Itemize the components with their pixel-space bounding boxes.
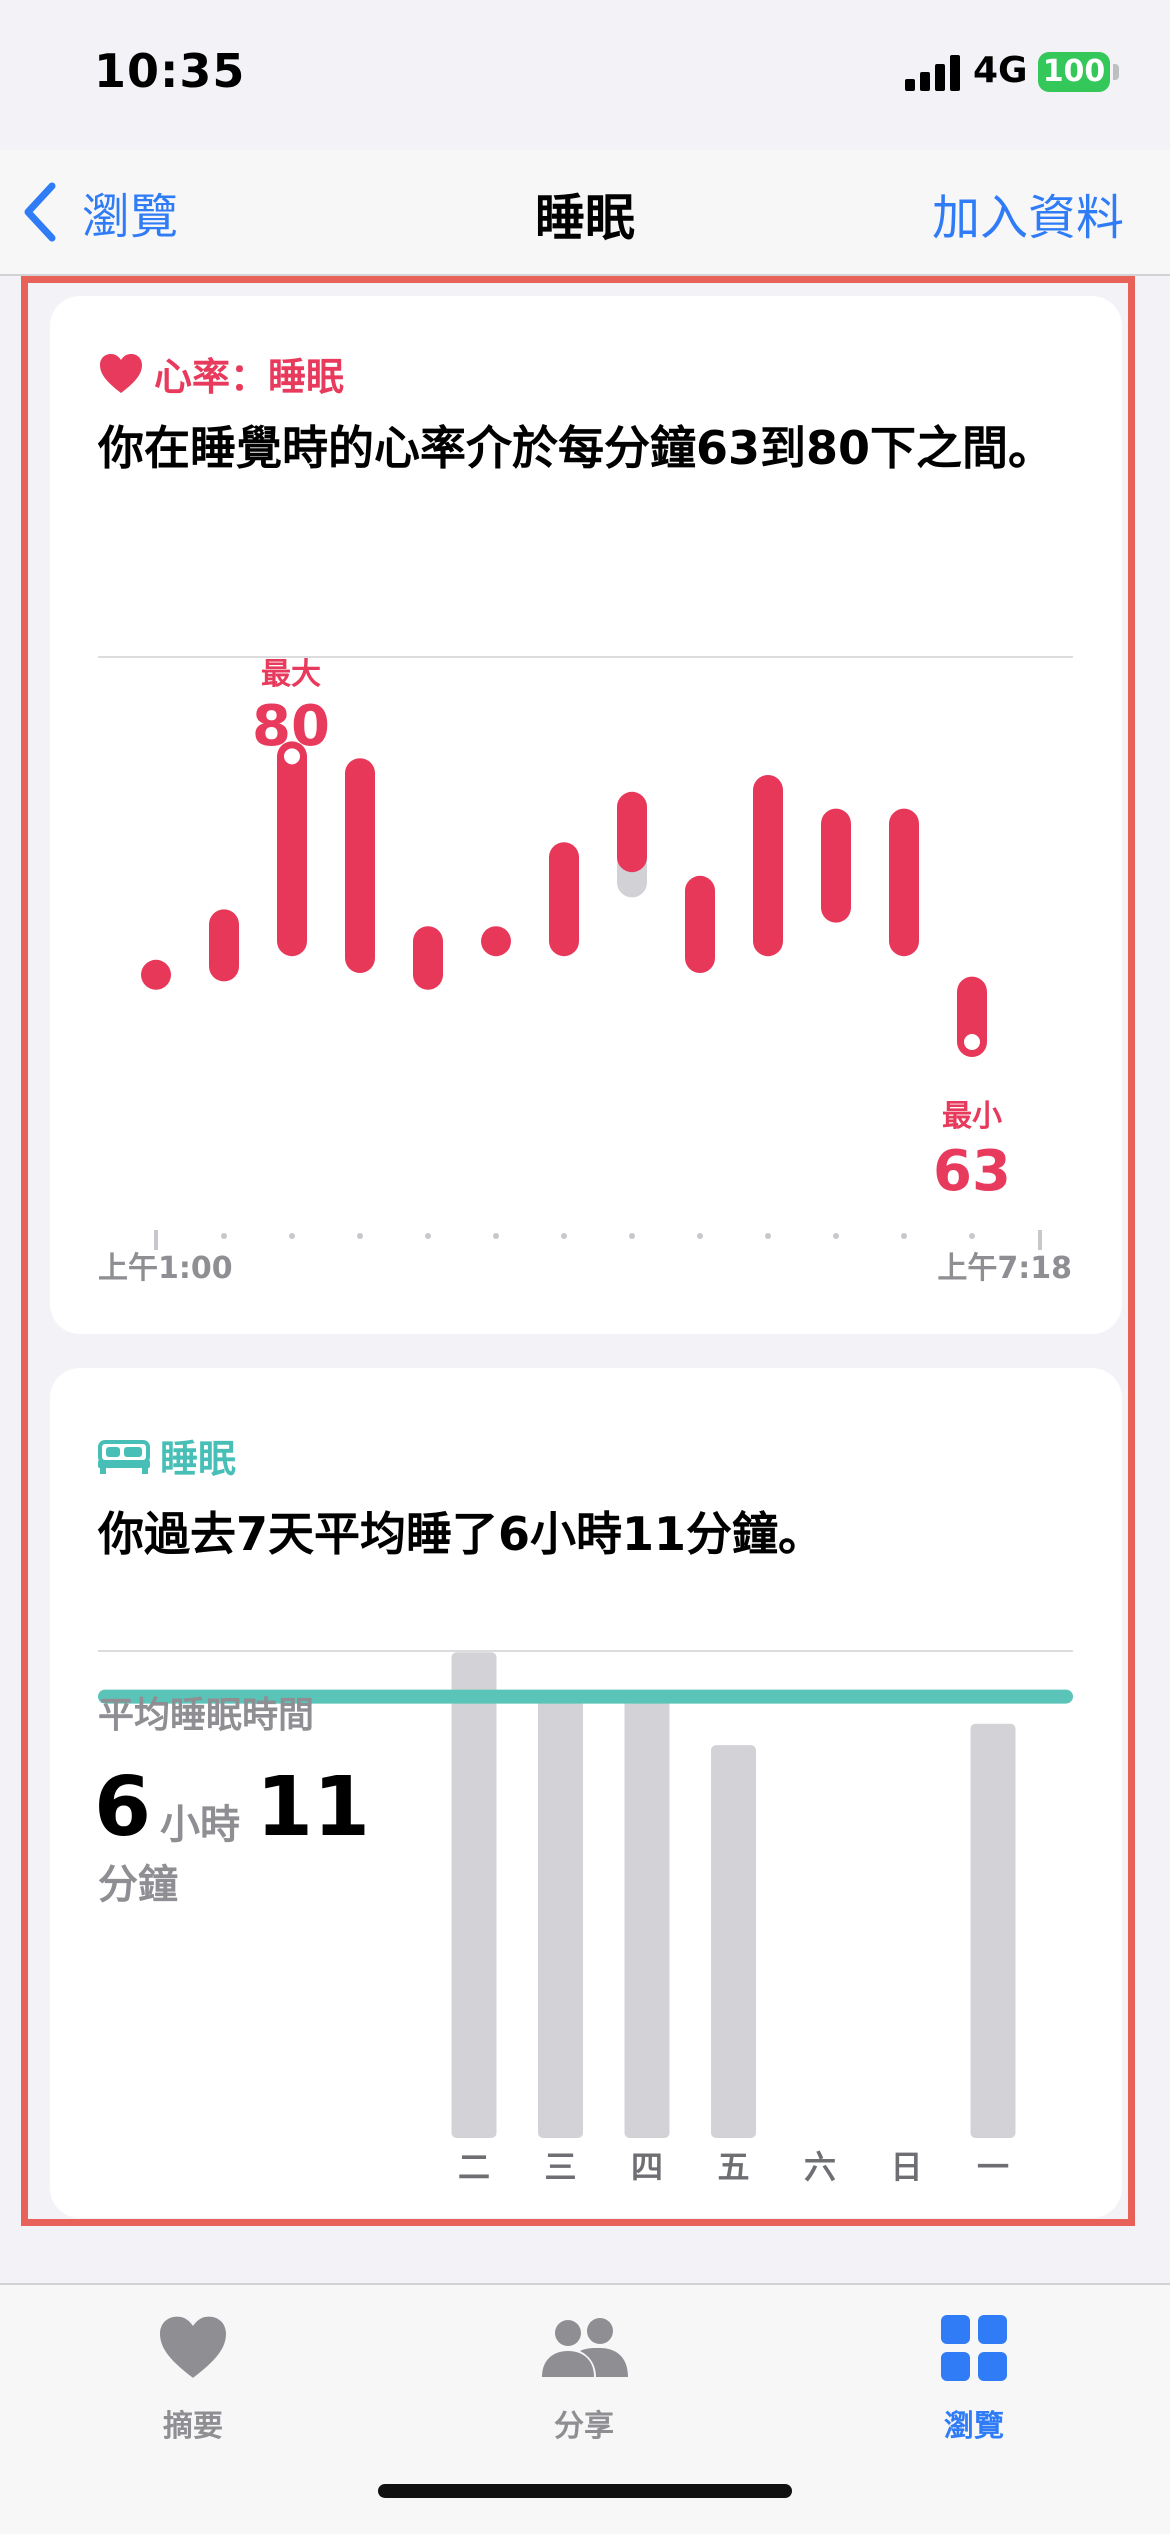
home-indicator [378,2484,792,2498]
heart-icon [93,2303,293,2393]
tab-summary-label: 摘要 [163,2409,223,2444]
grid-icon [874,2303,1074,2393]
battery-nub [1113,64,1119,80]
status-bar: 10:35 4G 100 [0,0,1170,150]
scroll-content[interactable]: 心率：睡眠 你在睡覺時的心率介於每分鐘63到80下之間。 最大 80 最小 63… [0,276,1170,2231]
add-data-button[interactable]: 加入資料 [932,178,1124,248]
network-type: 4G [973,50,1028,91]
tab-browse[interactable]: 瀏覽 [874,2303,1074,2445]
status-time: 10:35 [94,44,246,98]
battery-icon: 100 [1038,52,1110,92]
selection-highlight [21,276,1135,2226]
people-icon [484,2303,684,2393]
tab-sharing-label: 分享 [554,2409,614,2444]
signal-icon [905,55,963,95]
tab-browse-label: 瀏覽 [944,2409,1004,2444]
tab-sharing[interactable]: 分享 [484,2303,684,2445]
tab-summary[interactable]: 摘要 [93,2303,293,2445]
nav-bar: 瀏覽 睡眠 加入資料 [0,150,1170,276]
